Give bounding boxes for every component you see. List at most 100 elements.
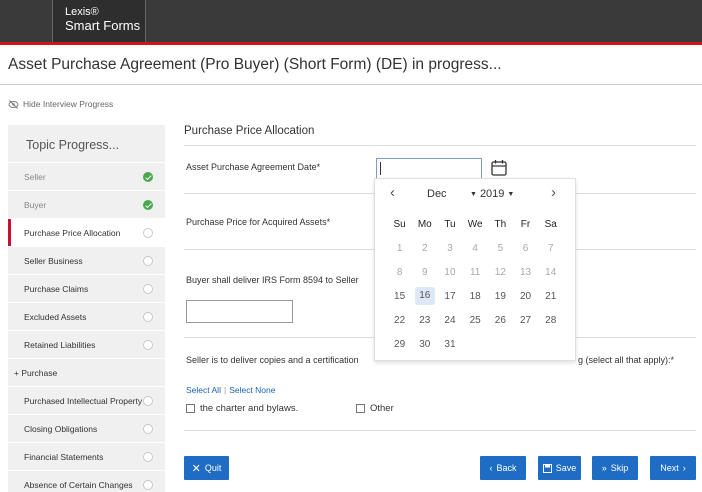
save-icon: [542, 463, 552, 473]
calendar-day[interactable]: 3: [437, 243, 462, 254]
back-button[interactable]: ‹ Back: [480, 456, 526, 480]
logo-brand: Lexis®: [65, 6, 99, 18]
topic-progress-sidebar: Topic Progress... Seller Buyer Purchase …: [8, 125, 165, 492]
sidebar-item-closing-obligations[interactable]: Closing Obligations: [8, 415, 165, 443]
option-label: Other: [370, 403, 394, 414]
calendar-day[interactable]: 5: [488, 243, 513, 254]
calendar-day[interactable]: 9: [412, 267, 437, 278]
month-select[interactable]: Dec: [427, 188, 447, 200]
calendar-day[interactable]: 12: [488, 267, 513, 278]
calendar-day[interactable]: 10: [437, 267, 462, 278]
skip-button[interactable]: » Skip: [592, 456, 638, 480]
week-row: 1 2 3 4 5 6 7: [387, 236, 563, 260]
week-row: 29 30 31: [387, 332, 563, 356]
sidebar-item-label: Seller: [24, 171, 46, 182]
calendar-day[interactable]: 27: [513, 315, 538, 326]
calendar-day[interactable]: 4: [463, 243, 488, 254]
irs-form-input[interactable]: [186, 300, 293, 323]
week-row: 8 9 10 11 12 13 14: [387, 260, 563, 284]
calendar-day-today[interactable]: 16: [412, 287, 437, 305]
link-separator: |: [223, 385, 227, 395]
calendar-day[interactable]: 15: [387, 291, 412, 302]
calendar-day[interactable]: 23: [412, 315, 437, 326]
weekday-label: Fr: [520, 218, 531, 230]
sidebar-item-financial-statements[interactable]: Financial Statements: [8, 443, 165, 471]
calendar-day[interactable]: 1: [387, 243, 412, 254]
sidebar-item-label: Excluded Assets: [24, 311, 87, 322]
incomplete-circle-icon: [143, 452, 153, 462]
calendar-day[interactable]: 25: [463, 315, 488, 326]
calendar-day[interactable]: 17: [437, 291, 462, 302]
calendar-day[interactable]: 11: [463, 267, 488, 278]
calendar-day[interactable]: 13: [513, 267, 538, 278]
calendar-day[interactable]: 7: [538, 243, 563, 254]
week-row: 22 23 24 25 26 27 28: [387, 308, 563, 332]
sidebar-item-seller[interactable]: Seller: [8, 163, 165, 191]
calendar-icon[interactable]: [491, 159, 507, 176]
sidebar-item-purchase-price-allocation[interactable]: Purchase Price Allocation: [8, 219, 165, 247]
quit-button[interactable]: ✕ Quit: [184, 456, 229, 480]
logo-product: Smart Forms: [65, 18, 141, 33]
section-title: Purchase Price Allocation: [184, 125, 315, 137]
calendar-day[interactable]: 21: [538, 291, 563, 302]
calendar-day[interactable]: 28: [538, 315, 563, 326]
calendar-day[interactable]: 18: [463, 291, 488, 302]
option-charter-bylaws[interactable]: the charter and bylaws.: [186, 403, 298, 414]
option-label: the charter and bylaws.: [200, 403, 299, 414]
year-select[interactable]: ▼ 2019 ▼: [467, 188, 517, 200]
agreement-date-input[interactable]: [376, 158, 482, 179]
checkbox[interactable]: [356, 404, 365, 413]
calendar-day[interactable]: 31: [437, 339, 462, 350]
date-picker-grid: Su Mo Tu We Th Fr Sa 1 2 3 4 5 6 7 8 9 1…: [387, 212, 563, 356]
next-label: Next: [660, 463, 679, 473]
option-other[interactable]: Other: [356, 403, 394, 414]
next-month-icon[interactable]: ›: [551, 184, 556, 201]
calendar-day[interactable]: 22: [387, 315, 412, 326]
chevron-left-icon: ‹: [489, 463, 493, 473]
sidebar-item-purchase-claims[interactable]: Purchase Claims: [8, 275, 165, 303]
calendar-day[interactable]: 2: [412, 243, 437, 254]
close-icon: ✕: [191, 462, 201, 475]
previous-month-icon[interactable]: ‹: [390, 184, 395, 201]
dropdown-arrow-icon: ▼: [507, 190, 515, 198]
lexis-logo[interactable]: Lexis® Smart Forms: [52, 0, 146, 42]
sidebar-item-label: Seller Business: [24, 255, 83, 266]
checkbox[interactable]: [186, 404, 195, 413]
sidebar-item-absence-of-certain-changes[interactable]: Absence of Certain Changes: [8, 471, 165, 492]
calendar-day[interactable]: 8: [387, 267, 412, 278]
sidebar-item-purchased-intellectual-property[interactable]: Purchased Intellectual Property: [8, 387, 165, 415]
incomplete-circle-icon: [143, 228, 153, 238]
app-header: Lexis® Smart Forms: [0, 0, 702, 42]
weekday-label: Mo: [417, 218, 432, 230]
calendar-day[interactable]: 14: [538, 267, 563, 278]
sidebar-item-seller-business[interactable]: Seller Business: [8, 247, 165, 275]
sidebar-item-buyer[interactable]: Buyer: [8, 191, 165, 219]
weekday-label: Su: [393, 218, 406, 230]
select-all-link[interactable]: Select All: [186, 385, 221, 395]
calendar-day[interactable]: 6: [513, 243, 538, 254]
document-title: Asset Purchase Agreement (Pro Buyer) (Sh…: [8, 56, 502, 73]
calendar-day[interactable]: 29: [387, 339, 412, 350]
hide-interview-progress-link[interactable]: Hide Interview Progress: [8, 99, 113, 109]
select-none-link[interactable]: Select None: [229, 385, 275, 395]
divider: [184, 430, 696, 431]
sidebar-section-purchase[interactable]: + Purchase: [8, 359, 165, 387]
next-button[interactable]: Next ›: [650, 456, 696, 480]
calendar-day[interactable]: 24: [437, 315, 462, 326]
calendar-day[interactable]: 30: [412, 339, 437, 350]
topic-progress-heading: Topic Progress...: [8, 125, 165, 163]
incomplete-circle-icon: [143, 312, 153, 322]
calendar-day[interactable]: 19: [488, 291, 513, 302]
calendar-day[interactable]: 20: [513, 291, 538, 302]
sidebar-item-excluded-assets[interactable]: Excluded Assets: [8, 303, 165, 331]
document-title-bar: Asset Purchase Agreement (Pro Buyer) (Sh…: [0, 45, 702, 85]
incomplete-circle-icon: [143, 256, 153, 266]
sidebar-item-retained-liabilities[interactable]: Retained Liabilities: [8, 331, 165, 359]
weekday-label: Tu: [444, 218, 456, 230]
complete-check-icon: [143, 172, 153, 182]
calendar-day[interactable]: 26: [488, 315, 513, 326]
quit-label: Quit: [204, 463, 222, 473]
save-button[interactable]: Save: [538, 456, 581, 480]
back-label: Back: [496, 463, 517, 473]
date-picker-header: ‹ Dec ▼ 2019 ▼ ›: [375, 179, 577, 209]
